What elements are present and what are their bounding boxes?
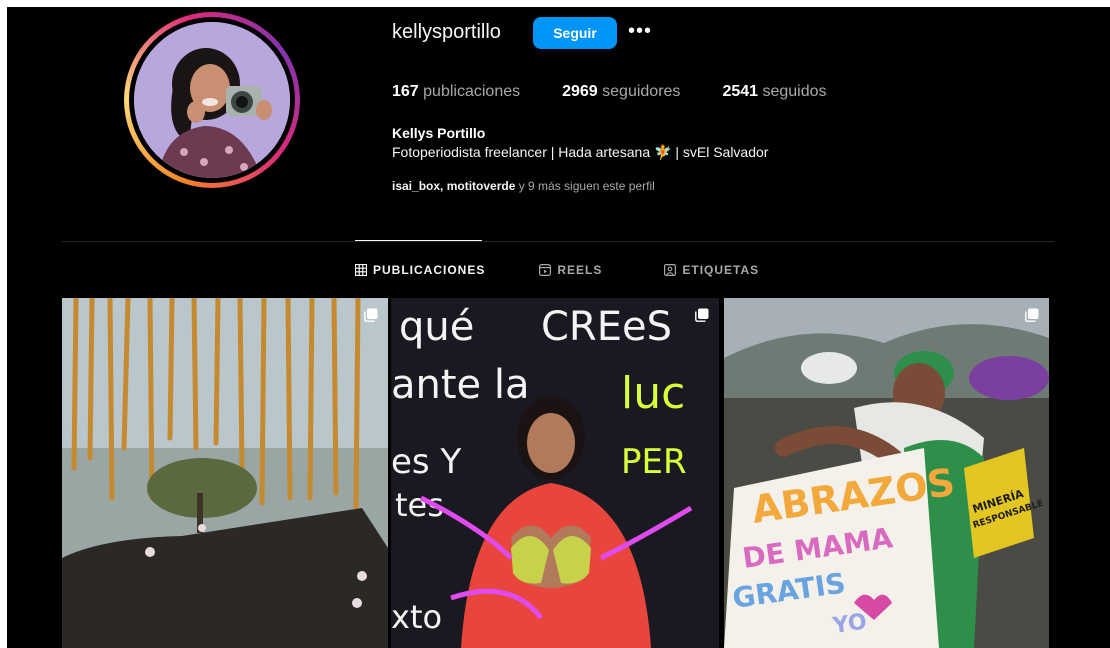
post-text-xto: xto (391, 598, 442, 636)
avatar-photo (134, 22, 290, 178)
following-count-value: 2541 (722, 83, 759, 100)
followers-count-label: seguidores (602, 83, 681, 100)
following-count[interactable]: 2541 seguidos (722, 83, 826, 101)
tab-tagged[interactable]: ETIQUETAS (664, 263, 759, 277)
post-text-que: qué (399, 304, 474, 350)
bio: Fotoperiodista freelancer | Hada artesan… (392, 144, 769, 160)
posts-count-value: 167 (392, 83, 419, 100)
sign-text-yo: YO (830, 609, 868, 639)
tab-posts[interactable]: PUBLICACIONES (355, 263, 485, 277)
tab-reels-label: REELS (557, 263, 603, 277)
avatar[interactable] (134, 22, 290, 178)
profile-stats: 167 publicaciones 2969 seguidores 2541 s… (392, 83, 869, 101)
follow-button[interactable]: Seguir (533, 17, 617, 49)
tab-posts-label: PUBLICACIONES (373, 263, 486, 277)
tagged-icon (664, 264, 677, 276)
post-thumbnail[interactable]: ABRAZOS DE MAMA GRATIS YO MINERÍA RESPON… (724, 298, 1049, 648)
post-text-es-y: es Y (391, 442, 461, 482)
post-thumbnail[interactable]: qué CREeS ante la es Y tes xto luc PER (391, 298, 719, 648)
post-image-portrait: qué CREeS ante la es Y tes xto luc PER (391, 298, 719, 648)
followed-by[interactable]: isai_box, motitoverde y 9 más siguen est… (392, 179, 655, 193)
username: kellysportillo (392, 21, 501, 43)
carousel-icon (364, 308, 378, 322)
tab-reels[interactable]: REELS (539, 263, 602, 277)
posts-count-label: publicaciones (423, 83, 521, 100)
tabs-divider (62, 241, 1054, 242)
grid-icon (355, 264, 367, 276)
followed-by-rest: y 9 más siguen este perfil (515, 179, 655, 193)
followed-by-users[interactable]: isai_box, motitoverde (392, 179, 515, 193)
following-count-label: seguidos (762, 83, 827, 100)
active-tab-indicator (355, 240, 482, 241)
profile-page: kellysportillo Seguir ••• 167 publicacio… (7, 7, 1110, 648)
posts-count: 167 publicaciones (392, 83, 520, 101)
tab-tagged-label: ETIQUETAS (682, 263, 760, 277)
post-image-protest: ABRAZOS DE MAMA GRATIS YO MINERÍA RESPON… (724, 298, 1049, 648)
post-text-crees: CREeS (541, 304, 672, 350)
profile-tabs: PUBLICACIONES REELS ETIQUETAS (355, 263, 759, 277)
post-text-luc: luc (621, 368, 685, 419)
followers-count-value: 2969 (562, 83, 598, 100)
story-ring[interactable] (124, 12, 300, 188)
carousel-icon (695, 308, 709, 322)
post-thumbnail[interactable] (62, 298, 388, 648)
full-name: Kellys Portillo (392, 125, 486, 141)
post-image-threads (62, 298, 388, 648)
post-text-per: PER (621, 442, 687, 482)
post-text-ante-la: ante la (391, 362, 530, 408)
carousel-icon (1025, 308, 1039, 322)
followers-count[interactable]: 2969 seguidores (562, 83, 680, 101)
reels-icon (539, 264, 552, 276)
more-options-button[interactable]: ••• (628, 21, 652, 41)
